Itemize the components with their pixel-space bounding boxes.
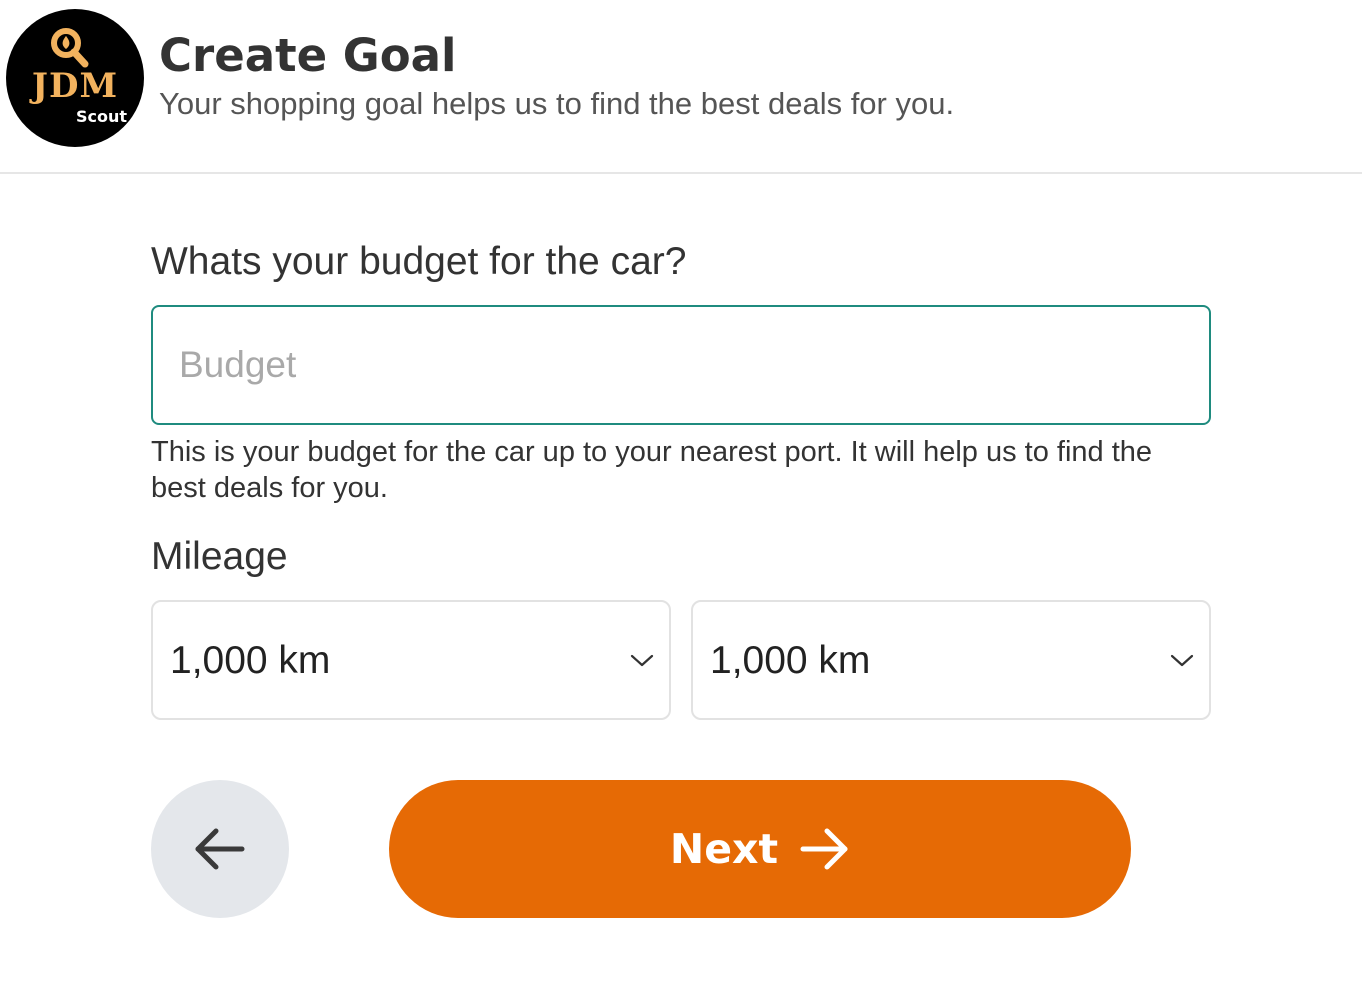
budget-question: Whats your budget for the car? <box>151 240 687 283</box>
app-logo: JDM Scout <box>6 9 144 147</box>
mileage-min-value: 1,000 km <box>170 639 331 682</box>
arrow-left-icon <box>195 828 245 870</box>
logo-brand-text: JDM <box>31 66 119 106</box>
arrow-right-icon <box>800 828 848 870</box>
back-button[interactable] <box>151 780 289 918</box>
next-button[interactable]: Next <box>389 780 1131 918</box>
logo-sub-text: Scout <box>76 107 128 126</box>
page-title: Create Goal <box>159 29 457 82</box>
mileage-max-value: 1,000 km <box>710 639 871 682</box>
page-subtitle: Your shopping goal helps us to find the … <box>159 86 955 121</box>
page-header: JDM Scout Create Goal Your shopping goal… <box>0 0 1362 174</box>
mileage-max-select[interactable]: 1,000 km <box>691 600 1211 720</box>
budget-input[interactable] <box>151 305 1211 425</box>
create-goal-page: JDM Scout Create Goal Your shopping goal… <box>0 0 1362 1000</box>
mileage-min-select[interactable]: 1,000 km <box>151 600 671 720</box>
chevron-down-icon <box>1170 654 1194 667</box>
next-button-content: Next <box>389 780 1131 918</box>
budget-help-text: This is your budget for the car up to yo… <box>151 436 1153 504</box>
next-button-label: Next <box>669 825 779 873</box>
chevron-down-icon <box>630 654 654 667</box>
mileage-label: Mileage <box>151 535 288 578</box>
